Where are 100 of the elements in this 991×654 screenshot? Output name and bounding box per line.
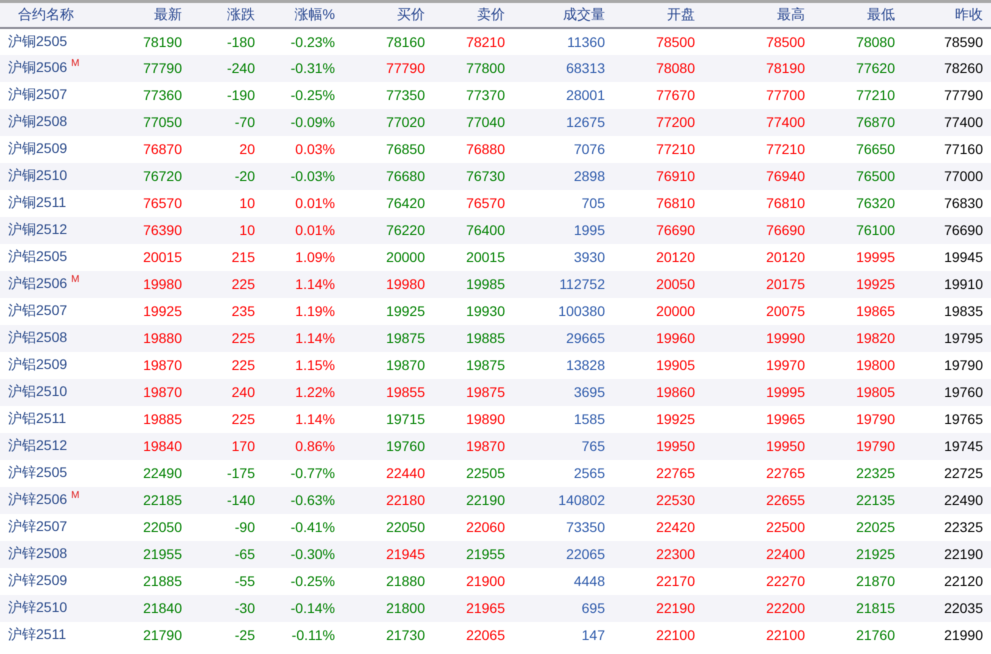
table-cell: 76880	[466, 141, 505, 157]
table-cell: 19980	[386, 276, 425, 292]
contract-name[interactable]: 沪锌2511	[8, 626, 66, 642]
table-cell: 77350	[386, 87, 425, 103]
table-cell: 0.01%	[295, 222, 335, 238]
contract-name[interactable]: 沪锌2509	[8, 572, 68, 588]
table-cell: 19890	[466, 411, 505, 427]
table-cell: 21870	[856, 573, 895, 589]
table-cell: 22135	[856, 492, 895, 508]
table-cell: 20	[239, 141, 255, 157]
contract-name[interactable]: 沪铝2507	[8, 302, 68, 318]
contract-name[interactable]: 沪铝2509	[8, 356, 68, 372]
table-cell: 28001	[566, 87, 605, 103]
table-cell: -0.09%	[290, 114, 335, 130]
table-cell: 21945	[386, 546, 425, 562]
table-cell: 19795	[944, 330, 983, 346]
table-cell: 22500	[766, 519, 805, 535]
table-cell: 19865	[856, 303, 895, 319]
table-cell: 21955	[143, 546, 182, 562]
contract-name[interactable]: 沪铜2510	[8, 167, 68, 183]
table-cell: 19925	[143, 303, 182, 319]
table-cell: 77210	[856, 87, 895, 103]
contract-name[interactable]: 沪铝2511	[8, 410, 66, 426]
table-cell: 77210	[766, 141, 805, 157]
table-cell: 1.09%	[295, 249, 335, 265]
contract-name[interactable]: 沪铜2506	[8, 59, 68, 75]
table-cell: 22300	[656, 546, 695, 562]
table-cell: -0.11%	[292, 627, 335, 643]
contract-name[interactable]: 沪铝2508	[8, 329, 68, 345]
table-cell: 77400	[944, 114, 983, 130]
table-cell: 19875	[386, 330, 425, 346]
contract-name[interactable]: 沪铝2510	[8, 383, 68, 399]
table-cell: 76690	[656, 222, 695, 238]
table-cell: 20120	[766, 249, 805, 265]
table-cell: 22190	[656, 600, 695, 616]
table-cell: 76690	[944, 222, 983, 238]
contract-name[interactable]: 沪锌2508	[8, 545, 68, 561]
contract-name[interactable]: 沪铜2507	[8, 86, 68, 102]
column-header[interactable]: 最低	[867, 6, 895, 22]
table-cell: 78160	[386, 34, 425, 50]
table-cell: 20015	[143, 249, 182, 265]
table-cell: 19985	[466, 276, 505, 292]
contract-name[interactable]: 沪铜2505	[8, 32, 68, 48]
column-header[interactable]: 最新	[154, 6, 182, 22]
contract-name[interactable]: 沪铜2511	[8, 194, 66, 210]
contract-name[interactable]: 沪锌2507	[8, 518, 68, 534]
contract-name[interactable]: 沪铝2506	[8, 275, 68, 291]
table-cell: 695	[582, 600, 605, 616]
table-cell: 76730	[466, 168, 505, 184]
table-cell: 20120	[656, 249, 695, 265]
table-cell: 19995	[766, 384, 805, 400]
column-header[interactable]: 卖价	[477, 6, 505, 22]
column-header[interactable]: 涨幅%	[294, 6, 335, 22]
table-cell: 19835	[944, 303, 983, 319]
table-cell: 19880	[143, 330, 182, 346]
table-cell: 76320	[856, 195, 895, 211]
contract-name[interactable]: 沪锌2506	[8, 491, 68, 507]
table-cell: 76390	[143, 222, 182, 238]
table-cell: 76570	[466, 195, 505, 211]
column-header[interactable]: 开盘	[667, 6, 695, 22]
table-cell: 225	[232, 411, 255, 427]
column-header[interactable]: 最高	[777, 6, 805, 22]
table-cell: 765	[582, 438, 605, 454]
table-cell: -0.03%	[290, 168, 335, 184]
table-cell: 78500	[656, 34, 695, 50]
table-cell: 76870	[856, 114, 895, 130]
table-cell: 11360	[567, 34, 605, 50]
main-contract-label: M	[71, 58, 80, 69]
table-cell: 19870	[386, 357, 425, 373]
contract-name[interactable]: 沪锌2510	[8, 599, 68, 615]
table-cell: 19765	[944, 411, 983, 427]
contract-name[interactable]: 沪铝2512	[8, 437, 68, 453]
table-cell: 22765	[766, 465, 805, 481]
contract-name[interactable]: 沪铝2505	[8, 248, 68, 264]
column-header[interactable]: 合约名称	[18, 6, 74, 22]
table-cell: 20015	[466, 249, 505, 265]
contract-name[interactable]: 沪铜2509	[8, 140, 68, 156]
table-cell: 2898	[574, 168, 605, 184]
table-cell: 19910	[944, 276, 983, 292]
column-header[interactable]: 昨收	[955, 6, 983, 22]
column-header[interactable]: 买价	[397, 6, 425, 22]
contract-name[interactable]: 沪铜2508	[8, 113, 68, 129]
table-cell: 21885	[143, 573, 182, 589]
table-cell: 21760	[856, 627, 895, 643]
table-cell: 100380	[558, 303, 605, 319]
table-cell: 76100	[856, 222, 895, 238]
table-cell: 1.14%	[295, 411, 335, 427]
contract-name[interactable]: 沪铜2512	[8, 221, 68, 237]
contract-name[interactable]: 沪锌2505	[8, 464, 68, 480]
table-cell: 77700	[766, 87, 805, 103]
table-cell: 225	[232, 330, 255, 346]
main-contract-label: M	[71, 274, 80, 285]
column-header[interactable]: 涨跌	[227, 6, 255, 22]
table-cell: 19925	[386, 303, 425, 319]
table-cell: 21790	[143, 627, 182, 643]
table-cell: 77360	[143, 87, 182, 103]
table-cell: 0.86%	[295, 438, 335, 454]
column-header[interactable]: 成交量	[563, 6, 605, 22]
table-cell: 19960	[656, 330, 695, 346]
table-cell: 76500	[856, 168, 895, 184]
